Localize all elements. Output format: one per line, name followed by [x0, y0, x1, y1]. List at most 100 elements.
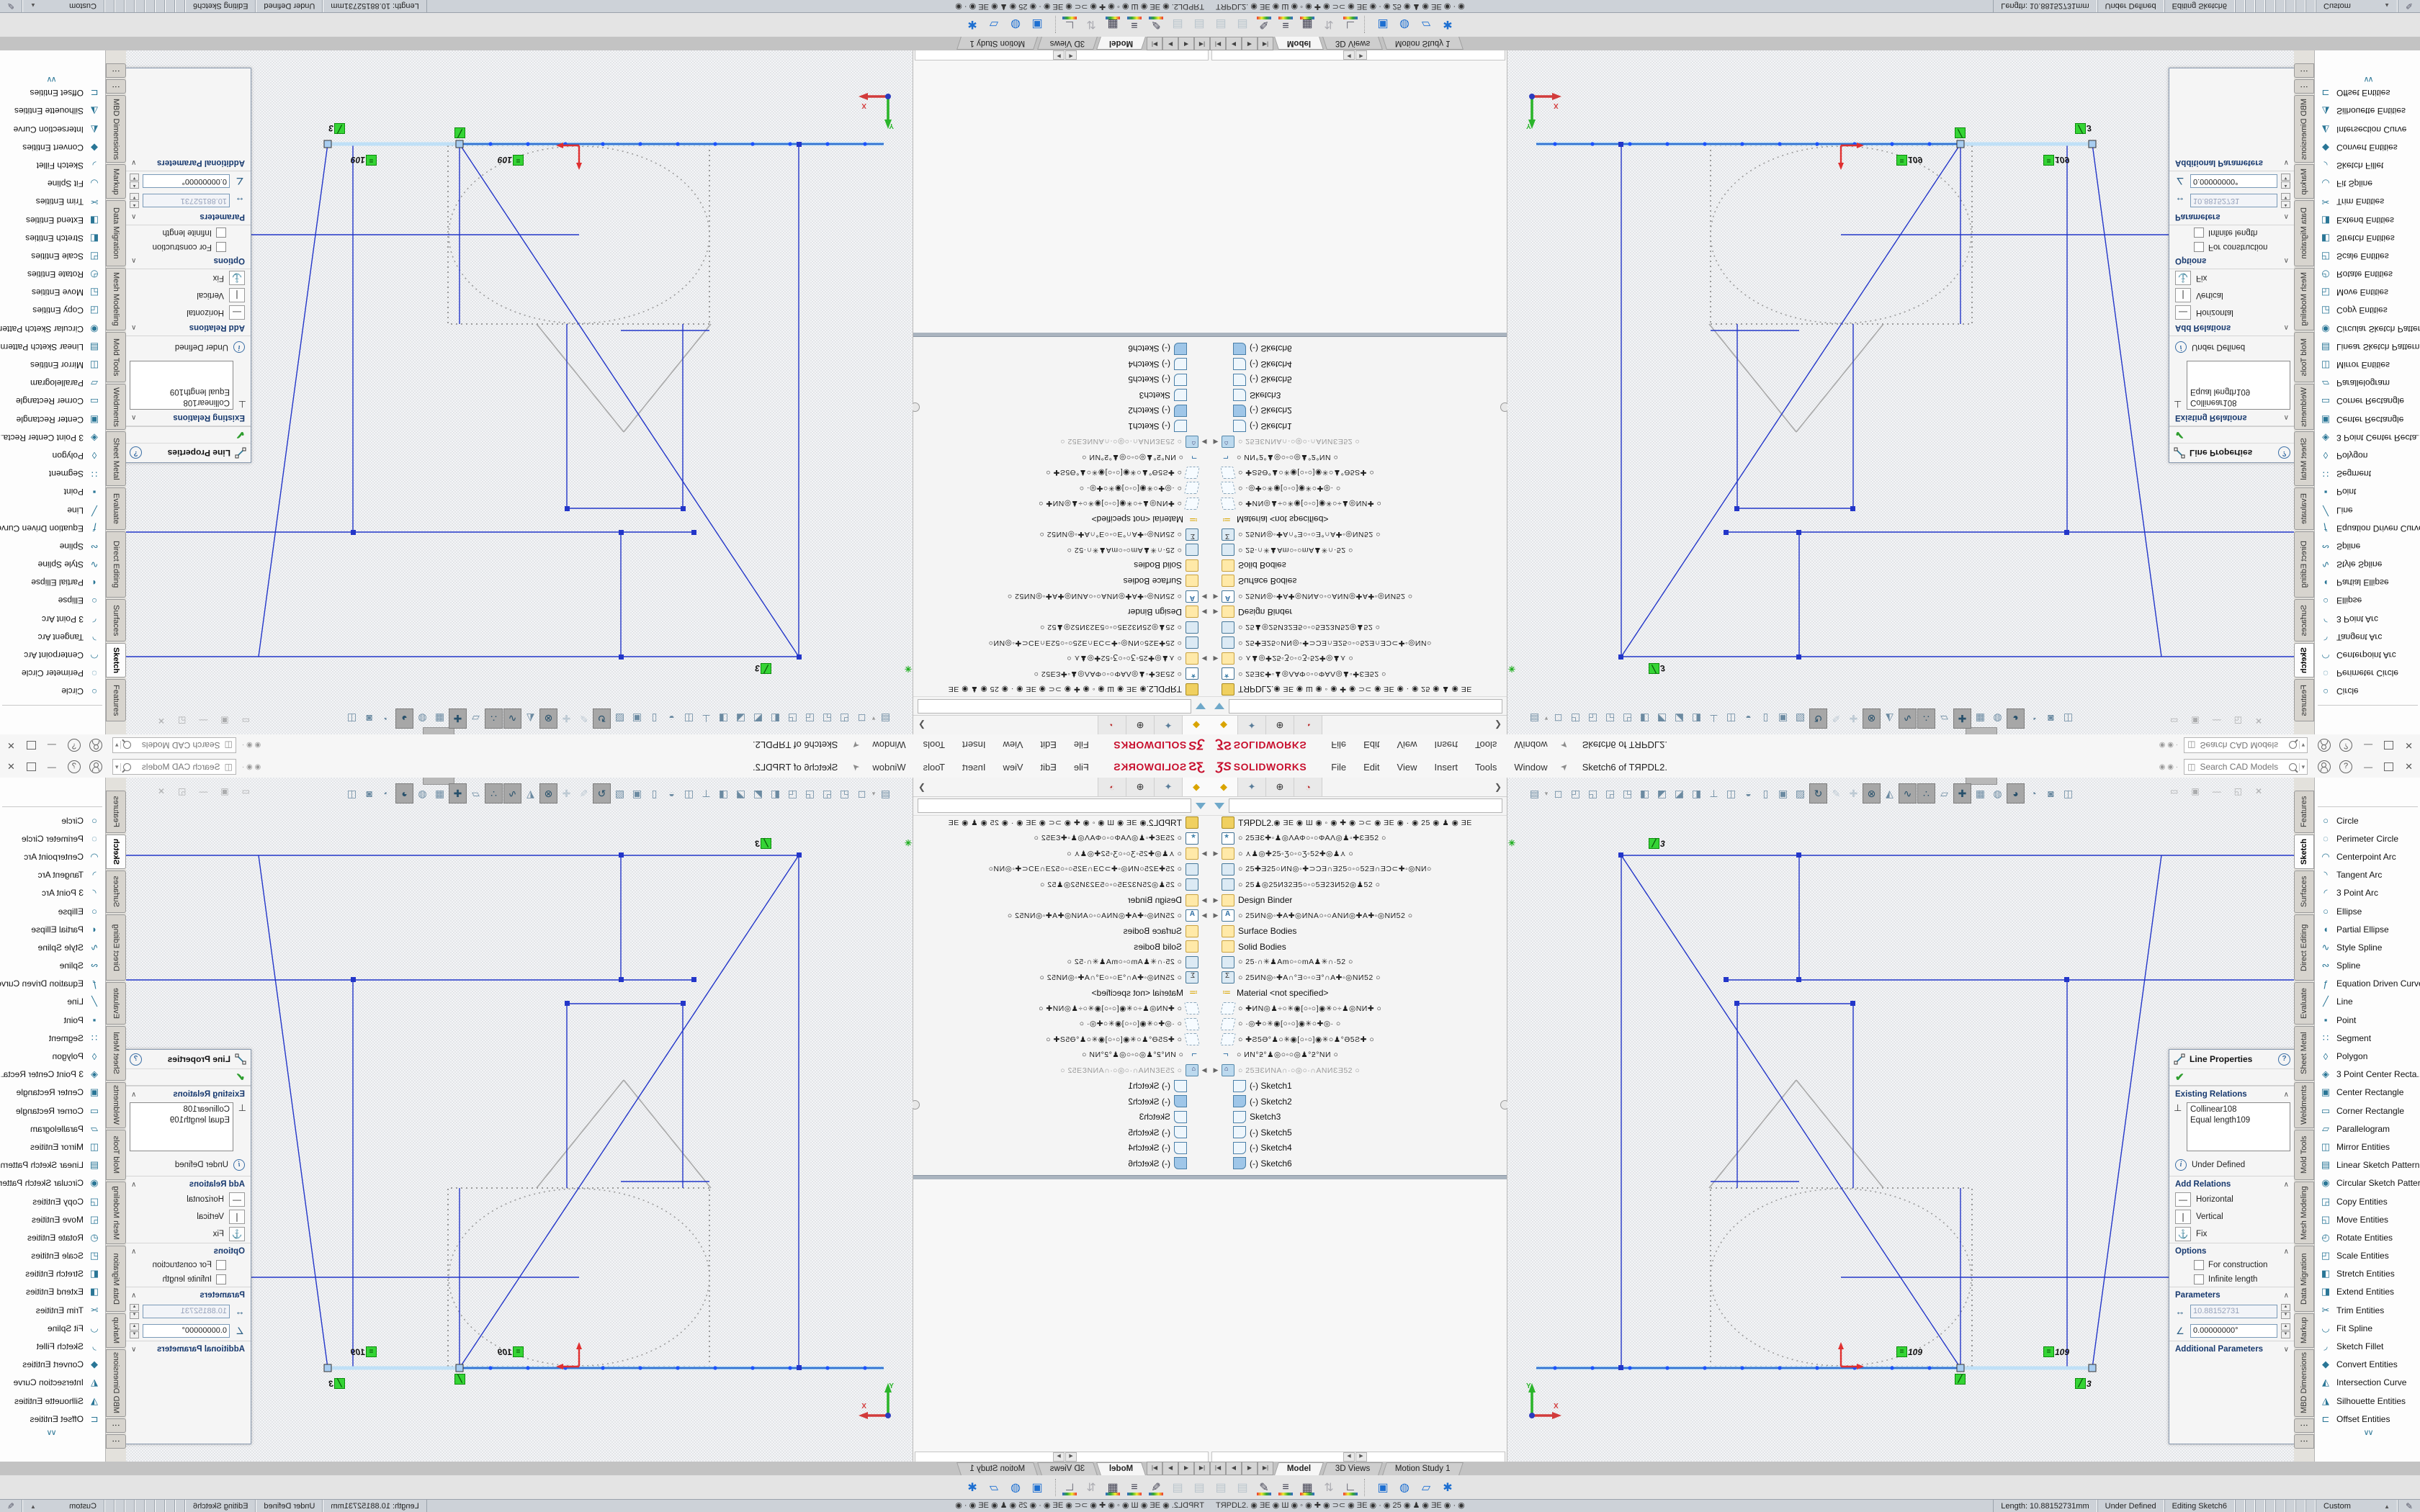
tags-icon[interactable]: ✎	[2398, 0, 2420, 12]
tree-row[interactable]: ○ ИN°ƻ°♟◎○◦○◎♟°ƻ°NИ ○	[1210, 1048, 1507, 1063]
search-box[interactable]: ◫ ▾	[2184, 759, 2308, 775]
propertymanager-tab[interactable]: ✦	[1238, 716, 1266, 734]
tree-row[interactable]: TЯPDL2. ◉ ƎE ◉ Ш ◉ ◦ ◉ ✚ ◉ ⊃⊂ ◉ ƎE ◉ · ◉…	[913, 815, 1210, 831]
checkbox-box[interactable]	[216, 1274, 226, 1284]
more-tools-icon[interactable]: ∨∨	[2315, 75, 2420, 84]
graphics-viewport[interactable]: ▤▾◻◰◱◲◳◧◩◪◨⊥◫◒▯▣▨↻✎✚⊗◭∿∴▱✚▦◍◕◔◙◫ ▭ ▣ — ◱…	[126, 778, 913, 1462]
additional-parameters-header[interactable]: Additional Parameters∨	[2169, 156, 2294, 171]
relations-listbox[interactable]: Collinear108 Equal length109	[130, 361, 233, 410]
tree-row[interactable]: (-) Sketch4	[913, 1140, 1210, 1156]
menu-view[interactable]: View	[1389, 740, 1426, 751]
tab-scroll-icon[interactable]: ▶|	[1147, 1462, 1162, 1475]
tool-circle[interactable]: ○Circle	[0, 683, 105, 701]
units-dropdown[interactable]: Custom▲	[2316, 1500, 2398, 1512]
menu-view[interactable]: View	[1389, 762, 1426, 773]
more-tools-icon[interactable]: ∨∨	[2315, 1428, 2420, 1437]
panel-help-icon[interactable]: ?	[130, 1053, 142, 1066]
tool-tangent-arc[interactable]: ◝Tangent Arc	[0, 628, 105, 646]
tool-mirror-entities[interactable]: ◫Mirror Entities	[0, 356, 105, 374]
tool-rotate-entities[interactable]: ◴Rotate Entities	[2315, 1228, 2420, 1246]
scroll-left-icon[interactable]: ◀	[1343, 50, 1355, 60]
graphics-viewport[interactable]: ▤▾◻◰◱◲◳◧◩◪◨⊥◫◒▯▣▨↻✎✚⊗◭∿∴▱✚▦◍◕◔◙◫ ▭ ▣ — ◱…	[126, 50, 913, 734]
tab-scroll-icon[interactable]: ◀	[1226, 1462, 1242, 1475]
featuremanager-tab[interactable]: ◆	[1210, 716, 1238, 734]
tab-surfaces[interactable]: Surfaces	[2294, 870, 2314, 913]
tab-evaluate[interactable]: Evaluate	[2294, 487, 2314, 530]
tree-row[interactable]: (-) Sketch2	[1210, 403, 1507, 419]
menu-tools[interactable]: Tools	[915, 740, 954, 751]
equal-relation-badge[interactable]: = 109	[1896, 1346, 1922, 1357]
tree-expand-icon[interactable]: ▶	[1198, 593, 1210, 600]
tab-weldments[interactable]: Weldments	[2294, 1082, 2314, 1128]
tool-polygon[interactable]: ◊Polygon	[0, 1047, 105, 1065]
tool-parallelogram[interactable]: ▱Parallelogram	[2315, 374, 2420, 392]
help-icon[interactable]: ?	[68, 739, 81, 752]
featuremanager-tab[interactable]: ◆	[1182, 716, 1210, 734]
doc-tab-model[interactable]: Model	[1096, 1462, 1146, 1475]
tree-row[interactable]: ▶Design Binder	[1210, 893, 1507, 909]
tree-row[interactable]: ○ 25ƎƐ✚◦♟◎ΛΑΦ○◦○ΦΑΛ◎♟◦✚ƐƎ52 ○	[1210, 831, 1507, 847]
tree-row[interactable]: ○ ·◎✚○✳◉[○◦○]◉✳○✚◎· ○	[913, 1017, 1210, 1032]
tree-row[interactable]: ○ ✚ИN◎♟÷○✳◉[○◦○]◉✳○÷♟◎NИ✚ ○	[913, 1001, 1210, 1017]
tool-perimeter-circle[interactable]: ◌Perimeter Circle	[0, 829, 105, 847]
tool-extend-entities[interactable]: ◨Extend Entities	[2315, 211, 2420, 229]
tree-row[interactable]: ○ 25ИN◎◦✚Α∩°Ǝ○◦○Ǝ°∩Α✚◦◎NИ52 ○	[913, 970, 1210, 986]
folder-options-icon[interactable]: ▱	[1415, 1477, 1437, 1498]
pin-icon[interactable]: ➤	[850, 739, 862, 751]
panel-tabs-overflow-icon[interactable]: ❯	[1489, 716, 1507, 734]
tree-expand-icon[interactable]: ▶	[1210, 438, 1222, 446]
relation-button-fix[interactable]: ⚓Fix	[126, 1225, 251, 1243]
displaymanager-tab[interactable]: ◔	[1294, 778, 1322, 796]
tree-row[interactable]: ○ ИN°ƻ°♟◎○◦○◎♟°ƻ°NИ ○	[913, 449, 1210, 465]
tree-row[interactable]: ○ 25✚Ǝ25○ИN◎◦✚⊃ϽƎ∩Ǝ25○◦○52Ǝ∩ƎϽ⊂✚◦◎NИ○	[913, 862, 1210, 878]
angle-input[interactable]: 0.00000000°	[2190, 174, 2277, 188]
tab--[interactable]: ⋮	[2294, 63, 2314, 78]
tree-row[interactable]: Sketch3	[1210, 1110, 1507, 1125]
tree-row[interactable]: (-) Sketch5	[1210, 1125, 1507, 1140]
featuremanager-tab[interactable]: ◆	[1210, 778, 1238, 796]
menu-insert[interactable]: Insert	[1426, 762, 1467, 773]
tool-perimeter-circle[interactable]: ◌Perimeter Circle	[2315, 665, 2420, 683]
close-button[interactable]: ✕	[2405, 761, 2413, 773]
relation-badge[interactable]: ╱ 3	[1649, 663, 1665, 674]
graphics-viewport[interactable]: ▤▾◻◰◱◲◳◧◩◪◨⊥◫◒▯▣▨↻✎✚⊗◭∿∴▱✚▦◍◕◔◙◫ ▭ ▣ — ◱…	[1507, 778, 2294, 1462]
tool-circular-sketch-pattern[interactable]: ◉Circular Sketch Pattern	[0, 1174, 105, 1192]
tool-circular-sketch-pattern[interactable]: ◉Circular Sketch Pattern	[2315, 320, 2420, 338]
tree-row[interactable]: (-) Sketch4	[1210, 1140, 1507, 1156]
tree-row[interactable]: (-) Sketch1	[913, 418, 1210, 434]
tree-row[interactable]: TЯPDL2. ◉ ƎE ◉ Ш ◉ ◦ ◉ ✚ ◉ ⊃⊂ ◉ ƎE ◉ · ◉…	[1210, 682, 1507, 698]
menu-window[interactable]: Window	[864, 762, 914, 773]
search-dropdown-icon[interactable]: ▾	[113, 763, 122, 771]
units-dropdown[interactable]: Custom▲	[22, 1500, 104, 1512]
tool-center-rectangle[interactable]: ▣Center Rectangle	[2315, 1084, 2420, 1102]
tab-sheet-metal[interactable]: Sheet Metal	[2294, 431, 2314, 486]
relation-badge[interactable]: ╱ 3	[755, 663, 771, 674]
tab-mesh-modeling[interactable]: Mesh Modeling	[106, 1182, 126, 1244]
tree-row[interactable]: (-) Sketch5	[913, 1125, 1210, 1140]
tool-segment[interactable]: ∷Segment	[2315, 465, 2420, 483]
tree-filter-input[interactable]	[1229, 798, 1502, 813]
tool-linear-sketch-pattern[interactable]: ▤Linear Sketch Pattern	[2315, 1156, 2420, 1174]
filter-funnel-icon[interactable]	[1214, 803, 1224, 809]
tree-row[interactable]: ○ 25ƎƐ✚◦♟◎ΛΑΦ○◦○ΦΑΛ◎♟◦✚ƐƎ52 ○	[913, 666, 1210, 682]
search-icon[interactable]	[123, 742, 131, 750]
tab-markup[interactable]: Markup	[2294, 164, 2314, 199]
new-window-icon[interactable]: ▣	[1026, 1477, 1048, 1498]
checkbox-box[interactable]	[2194, 242, 2204, 252]
tab-direct-editing[interactable]: Direct Editing	[106, 914, 126, 981]
search-dropdown-icon[interactable]: ▾	[113, 742, 122, 750]
propertymanager-tab[interactable]: ✦	[1154, 778, 1182, 796]
tool-sketch-fillet[interactable]: ◞Sketch Fillet	[0, 1337, 105, 1355]
parallel-relation-badge[interactable]: ╱	[454, 127, 465, 138]
relation-item[interactable]: Collinear108	[133, 397, 230, 408]
doc-tab-model[interactable]: Model	[1274, 37, 1324, 50]
ok-check-icon[interactable]: ✔	[2175, 428, 2184, 441]
new-window-icon[interactable]: ▣	[1026, 15, 1048, 35]
menu-view[interactable]: View	[995, 762, 1032, 773]
tab-direct-editing[interactable]: Direct Editing	[2294, 914, 2314, 981]
sheet-format2-icon[interactable]: ▤	[1232, 1477, 1253, 1498]
tool-3-point-center-recta-[interactable]: ◈3 Point Center Recta...	[0, 428, 105, 446]
checkbox-box[interactable]	[216, 1260, 226, 1270]
tool-convert-entities[interactable]: ◆Convert Entities	[0, 1356, 105, 1374]
tool-3-point-arc[interactable]: ◜3 Point Arc	[0, 610, 105, 628]
